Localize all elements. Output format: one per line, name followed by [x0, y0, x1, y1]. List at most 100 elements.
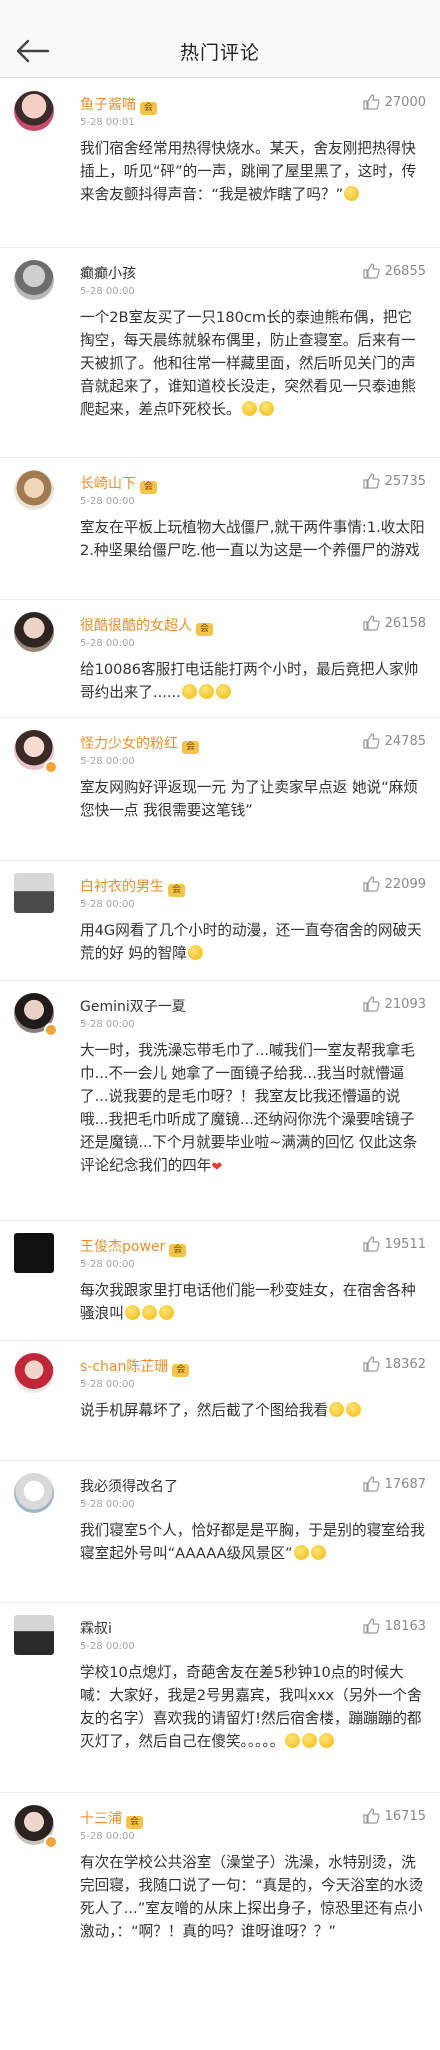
like-button[interactable]: 27000 — [362, 93, 426, 111]
comment-item: 我必须得改名了 5-28 00:00 17687 我们寝室5个人，恰好都是是平胸… — [0, 1461, 440, 1603]
comment-item: 王俊杰power 会 5-28 00:00 19511 每次我跟家里打电话他们能一… — [0, 1221, 440, 1341]
avatar[interactable] — [14, 260, 54, 300]
username[interactable]: 十三浦会 — [80, 1808, 143, 1829]
thumbs-up-icon — [363, 733, 380, 749]
username[interactable]: 鱼子酱喵会 — [80, 94, 157, 115]
comment-time: 5-28 00:00 — [80, 1019, 135, 1030]
avatar[interactable] — [14, 470, 54, 510]
thumbs-up-icon — [363, 94, 380, 110]
username[interactable]: 我必须得改名了 — [80, 1476, 178, 1496]
like-count: 21093 — [384, 996, 426, 1012]
comment-text: 大一时，我洗澡忘带毛巾了...喊我们一室友帮我拿毛巾...不一会儿 她拿了一面镜… — [80, 1042, 418, 1175]
comment-time: 5-28 00:00 — [80, 1499, 135, 1510]
avatar[interactable] — [14, 91, 54, 131]
smile-emoji-icon — [124, 1305, 140, 1320]
verified-badge-icon — [44, 760, 58, 774]
like-count: 17687 — [384, 1476, 426, 1492]
username[interactable]: 很酷很酷的女超人会 — [80, 615, 213, 636]
username[interactable]: 癫癫小孩 — [80, 263, 136, 283]
like-button[interactable]: 26158 — [362, 614, 426, 632]
comment-text: 用4G网看了几个小时的动漫，还一直夸宿舍的网破天荒的好 妈的智障 — [80, 922, 422, 962]
thumbs-up-icon — [363, 1808, 380, 1824]
laugh-emoji-icon — [302, 1733, 318, 1748]
vip-badge-icon: 会 — [182, 741, 199, 754]
like-button[interactable]: 19511 — [362, 1235, 426, 1253]
like-count: 22099 — [384, 876, 426, 892]
like-button[interactable]: 25735 — [362, 472, 426, 490]
avatar[interactable] — [14, 1233, 54, 1273]
vip-badge-icon: 会 — [172, 1364, 190, 1377]
laugh-emoji-icon — [285, 1733, 301, 1748]
thumbs-up-icon — [363, 263, 380, 279]
comment-time: 5-28 00:00 — [80, 1831, 135, 1842]
like-count: 24785 — [384, 733, 426, 749]
avatar[interactable] — [14, 1615, 54, 1655]
username[interactable]: 王俊杰power 会 — [80, 1236, 187, 1257]
like-button[interactable]: 24785 — [362, 732, 426, 750]
like-button[interactable]: 18163 — [362, 1617, 426, 1635]
like-count: 27000 — [384, 94, 426, 110]
username[interactable]: Gemini双子一夏 — [80, 996, 186, 1016]
comment-time: 5-28 00:00 — [80, 1379, 135, 1390]
username[interactable]: 霖叔i — [80, 1618, 112, 1638]
vip-badge-icon: 会 — [140, 481, 157, 494]
comment-text: 学校10点熄灯，奇葩舍友在差5秒钟10点的时候大喊：大家好，我是2号男嘉宾，我叫… — [80, 1664, 422, 1750]
page-title: 热门评论 — [179, 42, 260, 64]
username[interactable]: 怪力少女的粉红会 — [80, 733, 199, 754]
username[interactable]: 长崎山下会 — [80, 473, 157, 494]
avatar[interactable] — [14, 1473, 54, 1513]
thumbs-up-icon — [363, 996, 380, 1012]
like-button[interactable]: 21093 — [362, 995, 426, 1013]
vip-badge-icon: 会 — [126, 1816, 143, 1829]
comment-time: 5-28 00:00 — [80, 1641, 135, 1652]
vip-badge-icon: 会 — [196, 623, 213, 636]
comment-item: s-chan陈芷珊会 5-28 00:00 18362 说手机屏幕坏了，然后截了… — [0, 1341, 440, 1461]
like-count: 18362 — [384, 1356, 426, 1372]
smile-emoji-icon — [198, 684, 214, 699]
comment-item: Gemini双子一夏 5-28 00:00 21093 大一时，我洗澡忘带毛巾了… — [0, 981, 440, 1221]
comment-item: 鱼子酱喵会 5-28 00:01 27000 我们宿舍经常用热得快烧水。某天，舍… — [0, 79, 440, 248]
thumbs-up-icon — [363, 1356, 380, 1372]
smile-emoji-icon — [310, 1545, 326, 1560]
thumbs-up-icon — [363, 1618, 380, 1634]
smile-emoji-icon — [158, 1305, 174, 1320]
like-count: 26158 — [384, 615, 426, 631]
comment-time: 5-28 00:00 — [80, 756, 135, 767]
comment-item: 霖叔i 5-28 00:00 18163 学校10点熄灯，奇葩舍友在差5秒钟10… — [0, 1603, 440, 1793]
verified-badge-icon — [44, 1835, 58, 1849]
like-button[interactable]: 22099 — [362, 875, 426, 893]
username[interactable]: s-chan陈芷珊会 — [80, 1356, 190, 1377]
like-count: 16715 — [384, 1808, 426, 1824]
comment-item: 癫癫小孩 5-28 00:00 26855 一个2B室友买了一只180cm长的泰… — [0, 248, 440, 458]
thumbs-up-icon — [363, 615, 380, 631]
comment-time: 5-28 00:00 — [80, 638, 135, 649]
vip-badge-icon: 会 — [168, 884, 185, 897]
like-button[interactable]: 26855 — [362, 262, 426, 280]
comment-item: 怪力少女的粉红会 5-28 00:00 24785 室友网购好评返现一元 为了让… — [0, 718, 440, 861]
smile-emoji-icon — [187, 945, 203, 960]
comment-text: 一个2B室友买了一只180cm长的泰迪熊布偶，把它掏空，每天晨练就躲布偶里，防止… — [80, 309, 416, 418]
smile-emoji-icon — [346, 1402, 362, 1417]
comment-time: 5-28 00:00 — [80, 899, 135, 910]
like-button[interactable]: 17687 — [362, 1475, 426, 1493]
thumbs-up-icon — [363, 1476, 380, 1492]
comment-item: 很酷很酷的女超人会 5-28 00:00 26158 给10086客服打电话能打… — [0, 600, 440, 718]
like-button[interactable]: 18362 — [362, 1355, 426, 1373]
vip-badge-icon: 会 — [169, 1244, 187, 1257]
comment-time: 5-28 00:00 — [80, 286, 135, 297]
like-count: 19511 — [384, 1236, 426, 1252]
username[interactable]: 白衬衣的男生会 — [80, 876, 185, 897]
avatar[interactable] — [14, 1353, 54, 1393]
comment-text: 有次在学校公共浴室（澡堂子）洗澡，水特别烫，洗完回寝，我随口说了一句：“真是的，… — [80, 1854, 424, 1940]
vip-badge-icon: 会 — [140, 102, 157, 115]
comment-time: 5-28 00:00 — [80, 496, 135, 507]
comment-item: 十三浦会 5-28 00:00 16715 有次在学校公共浴室（澡堂子）洗澡，水… — [0, 1793, 440, 2050]
heart-icon: ❤ — [211, 1160, 223, 1175]
avatar[interactable] — [14, 873, 54, 913]
smile-emoji-icon — [215, 684, 231, 699]
smile-emoji-icon — [181, 684, 197, 699]
laugh-emoji-icon — [258, 401, 274, 416]
like-button[interactable]: 16715 — [362, 1807, 426, 1825]
avatar[interactable] — [14, 612, 54, 652]
like-count: 18163 — [384, 1618, 426, 1634]
